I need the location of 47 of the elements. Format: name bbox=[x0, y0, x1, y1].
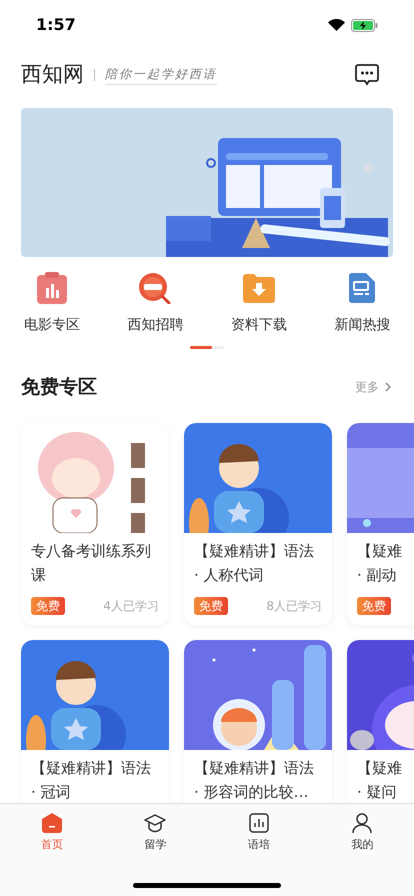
chart-icon bbox=[36, 272, 67, 304]
graduation-cap-icon bbox=[144, 813, 166, 833]
course-card[interactable]: 【疑难 · 疑问 bbox=[347, 640, 414, 803]
tab-item[interactable]: 我的 bbox=[310, 813, 414, 854]
user-icon bbox=[352, 813, 372, 833]
course-title: 专八备考训练系列 bbox=[31, 540, 152, 562]
course-card[interactable]: 【疑难精讲】语法 · 人称代词 免费 8人已学习 bbox=[184, 422, 332, 624]
chart-icon bbox=[248, 813, 269, 833]
wifi-icon bbox=[328, 19, 345, 31]
course-title: 课 bbox=[31, 564, 47, 586]
tagline: 陪你一起学好西语 bbox=[105, 65, 217, 85]
status-time: 1:57 bbox=[36, 14, 76, 36]
document-icon bbox=[349, 273, 376, 303]
message-icon[interactable] bbox=[355, 64, 379, 86]
section-title: 免费专区 bbox=[21, 375, 97, 400]
tab-item[interactable]: 首页 bbox=[0, 813, 104, 854]
course-title: · 形容词的比较… bbox=[194, 782, 310, 802]
tab-item[interactable]: 语培 bbox=[207, 813, 310, 854]
course-card[interactable]: 专八备考训练系列 课 免费 4人已学习 bbox=[21, 422, 169, 624]
free-tag: 免费 bbox=[194, 596, 228, 614]
chevron-right-icon bbox=[385, 382, 391, 392]
course-title: · 冠词 bbox=[31, 782, 72, 802]
shortcut-item[interactable]: 西知招聘 bbox=[104, 271, 207, 336]
free-tag: 免费 bbox=[357, 596, 391, 614]
course-card[interactable]: 【疑难精讲】语法 · 冠词 bbox=[21, 640, 169, 803]
learner-count: 8人已学习 bbox=[266, 598, 322, 614]
course-card[interactable]: 【疑难 · 副动 免费 bbox=[347, 422, 414, 624]
shortcut-item[interactable]: 电影专区 bbox=[0, 271, 104, 336]
course-title: 【疑难 bbox=[357, 540, 403, 562]
course-title: 【疑难 bbox=[357, 758, 403, 778]
learner-count: 4人已学习 bbox=[103, 598, 159, 614]
course-title: · 人称代词 bbox=[194, 564, 265, 586]
tab-item[interactable]: 留学 bbox=[104, 813, 207, 854]
home-icon bbox=[42, 813, 62, 833]
shortcut-item[interactable]: 新闻热搜 bbox=[310, 271, 414, 336]
course-title: 【疑难精讲】语法 bbox=[194, 758, 315, 778]
free-tag: 免费 bbox=[31, 596, 65, 614]
course-title: · 副动 bbox=[357, 564, 398, 586]
course-title: · 疑问 bbox=[357, 782, 398, 802]
shortcut-item[interactable]: 资料下载 bbox=[207, 271, 310, 336]
course-card[interactable]: 【疑难精讲】语法 · 形容词的比较… bbox=[184, 640, 332, 803]
course-title: 【疑难精讲】语法 bbox=[31, 758, 152, 778]
scroll-indicator bbox=[190, 346, 224, 349]
folder-download-icon bbox=[242, 274, 275, 302]
app-title: 西知网 bbox=[21, 61, 84, 88]
battery-charging-icon bbox=[351, 18, 378, 32]
course-title: 【疑难精讲】语法 bbox=[194, 540, 315, 562]
